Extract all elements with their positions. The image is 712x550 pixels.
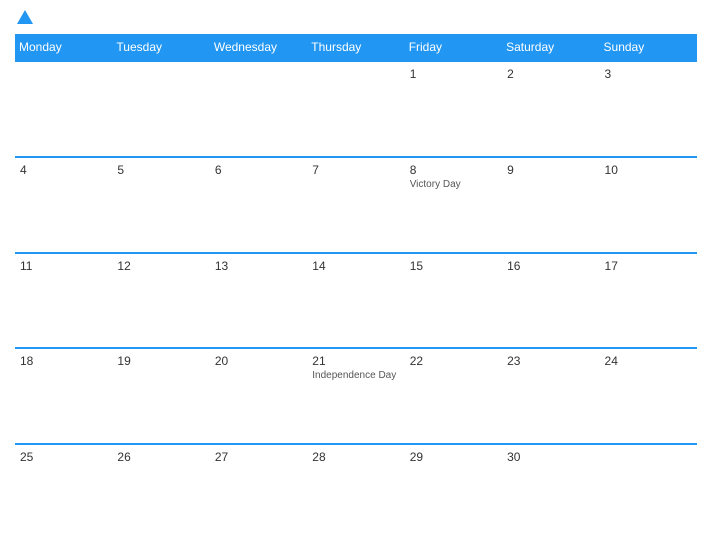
day-number: 18 <box>20 354 107 368</box>
calendar-cell: 27 <box>210 444 307 540</box>
calendar-cell: 14 <box>307 253 404 349</box>
day-number: 22 <box>410 354 497 368</box>
logo-block <box>15 10 33 26</box>
weekday-header: Tuesday <box>112 34 209 61</box>
calendar-table: MondayTuesdayWednesdayThursdayFridaySatu… <box>15 34 697 540</box>
day-number: 8 <box>410 163 497 177</box>
calendar-cell: 30 <box>502 444 599 540</box>
logo <box>15 10 33 26</box>
day-number: 19 <box>117 354 204 368</box>
day-number: 17 <box>605 259 692 273</box>
calendar-cell: 8 Victory Day <box>405 157 502 253</box>
logo-triangle-icon <box>17 10 33 24</box>
calendar-cell: 26 <box>112 444 209 540</box>
calendar-week-row: 45678 Victory Day 9 10 <box>15 157 697 253</box>
calendar-header <box>15 10 697 26</box>
day-number: 3 <box>605 67 692 81</box>
calendar-cell: 9 <box>502 157 599 253</box>
day-number: 27 <box>215 450 302 464</box>
calendar-cell: 21 Independence Day <box>307 348 404 444</box>
calendar-week-row: 25 26 27 28 29 30 <box>15 444 697 540</box>
calendar-cell: 22 <box>405 348 502 444</box>
day-number: 5 <box>117 163 204 177</box>
day-number: 26 <box>117 450 204 464</box>
weekday-header: Wednesday <box>210 34 307 61</box>
calendar-cell: 18 <box>15 348 112 444</box>
calendar-cell: 10 <box>600 157 697 253</box>
day-number: 4 <box>20 163 107 177</box>
day-number: 23 <box>507 354 594 368</box>
weekday-header: Sunday <box>600 34 697 61</box>
day-number: 6 <box>215 163 302 177</box>
calendar-cell: 6 <box>210 157 307 253</box>
day-number: 9 <box>507 163 594 177</box>
calendar-week-row: 123 <box>15 61 697 157</box>
calendar-cell <box>112 61 209 157</box>
calendar-cell: 23 <box>502 348 599 444</box>
day-number: 20 <box>215 354 302 368</box>
calendar-cell <box>600 444 697 540</box>
calendar-body: 12345678Victory Day910111213141516171819… <box>15 61 697 540</box>
day-number: 25 <box>20 450 107 464</box>
calendar-cell: 11 <box>15 253 112 349</box>
calendar-cell: 7 <box>307 157 404 253</box>
logo-top-row <box>15 10 33 26</box>
day-number: 16 <box>507 259 594 273</box>
calendar-cell: 20 <box>210 348 307 444</box>
calendar-cell: 13 <box>210 253 307 349</box>
day-number: 2 <box>507 67 594 81</box>
calendar-wrapper: MondayTuesdayWednesdayThursdayFridaySatu… <box>0 0 712 550</box>
day-number: 14 <box>312 259 399 273</box>
calendar-cell <box>210 61 307 157</box>
holiday-name: Independence Day <box>312 370 399 381</box>
day-number: 29 <box>410 450 497 464</box>
day-number: 7 <box>312 163 399 177</box>
day-number: 11 <box>20 259 107 273</box>
day-number: 24 <box>605 354 692 368</box>
calendar-cell: 19 <box>112 348 209 444</box>
calendar-cell: 17 <box>600 253 697 349</box>
calendar-cell: 4 <box>15 157 112 253</box>
day-number: 13 <box>215 259 302 273</box>
day-number: 28 <box>312 450 399 464</box>
day-number: 10 <box>605 163 692 177</box>
calendar-cell: 5 <box>112 157 209 253</box>
calendar-cell <box>307 61 404 157</box>
day-number: 1 <box>410 67 497 81</box>
day-number: 12 <box>117 259 204 273</box>
day-number: 21 <box>312 354 399 368</box>
day-number: 15 <box>410 259 497 273</box>
calendar-cell: 12 <box>112 253 209 349</box>
calendar-week-row: 18 19 20 21 Independence Day 22 23 24 <box>15 348 697 444</box>
calendar-cell: 16 <box>502 253 599 349</box>
calendar-cell: 25 <box>15 444 112 540</box>
calendar-cell: 1 <box>405 61 502 157</box>
calendar-cell: 15 <box>405 253 502 349</box>
calendar-cell: 29 <box>405 444 502 540</box>
weekday-header: Thursday <box>307 34 404 61</box>
calendar-cell: 24 <box>600 348 697 444</box>
calendar-week-row: 11 12 13 14 15 16 17 <box>15 253 697 349</box>
weekday-header-row: MondayTuesdayWednesdayThursdayFridaySatu… <box>15 34 697 61</box>
calendar-cell <box>15 61 112 157</box>
holiday-name: Victory Day <box>410 179 497 190</box>
weekday-header: Friday <box>405 34 502 61</box>
calendar-cell: 2 <box>502 61 599 157</box>
day-number: 30 <box>507 450 594 464</box>
calendar-cell: 3 <box>600 61 697 157</box>
calendar-cell: 28 <box>307 444 404 540</box>
weekday-header: Saturday <box>502 34 599 61</box>
calendar-thead: MondayTuesdayWednesdayThursdayFridaySatu… <box>15 34 697 61</box>
weekday-header: Monday <box>15 34 112 61</box>
